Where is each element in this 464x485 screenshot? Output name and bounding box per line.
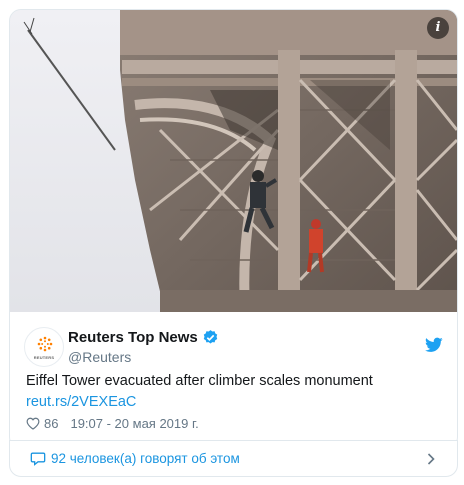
tweet-header: REUTERS Reuters Top News @Reuters: [10, 313, 457, 373]
heart-icon[interactable]: [26, 417, 40, 430]
eiffel-tower-climber-photo: [10, 10, 457, 312]
talking-count-text[interactable]: 92 человек(а) говорят об этом: [51, 451, 240, 466]
author-name[interactable]: Reuters Top News: [68, 329, 198, 346]
avatar-wordmark: REUTERS: [33, 355, 55, 360]
author-name-row[interactable]: Reuters Top News: [68, 329, 219, 346]
author-handle[interactable]: @Reuters: [68, 349, 131, 365]
avatar[interactable]: REUTERS: [24, 327, 64, 367]
verified-badge-icon: [203, 330, 217, 344]
chevron-right-icon[interactable]: [427, 453, 435, 465]
reuters-logo-icon: [37, 336, 53, 352]
twitter-bird-icon[interactable]: [425, 337, 443, 353]
tweet-text: Eiffel Tower evacuated after climber sca…: [26, 373, 373, 389]
like-count[interactable]: 86: [44, 416, 58, 431]
tweet-meta: 86 19:07 - 20 мая 2019 г.: [26, 416, 199, 431]
speech-bubble-icon: [30, 452, 46, 466]
tweet-timestamp[interactable]: 19:07 - 20 мая 2019 г.: [70, 416, 198, 431]
tweet-photo[interactable]: i: [10, 10, 457, 312]
tweet-link[interactable]: reut.rs/2VEXEaC: [26, 394, 136, 410]
conversation-footer[interactable]: 92 человек(а) говорят об этом: [9, 440, 458, 477]
info-circle-icon[interactable]: i: [427, 17, 449, 39]
